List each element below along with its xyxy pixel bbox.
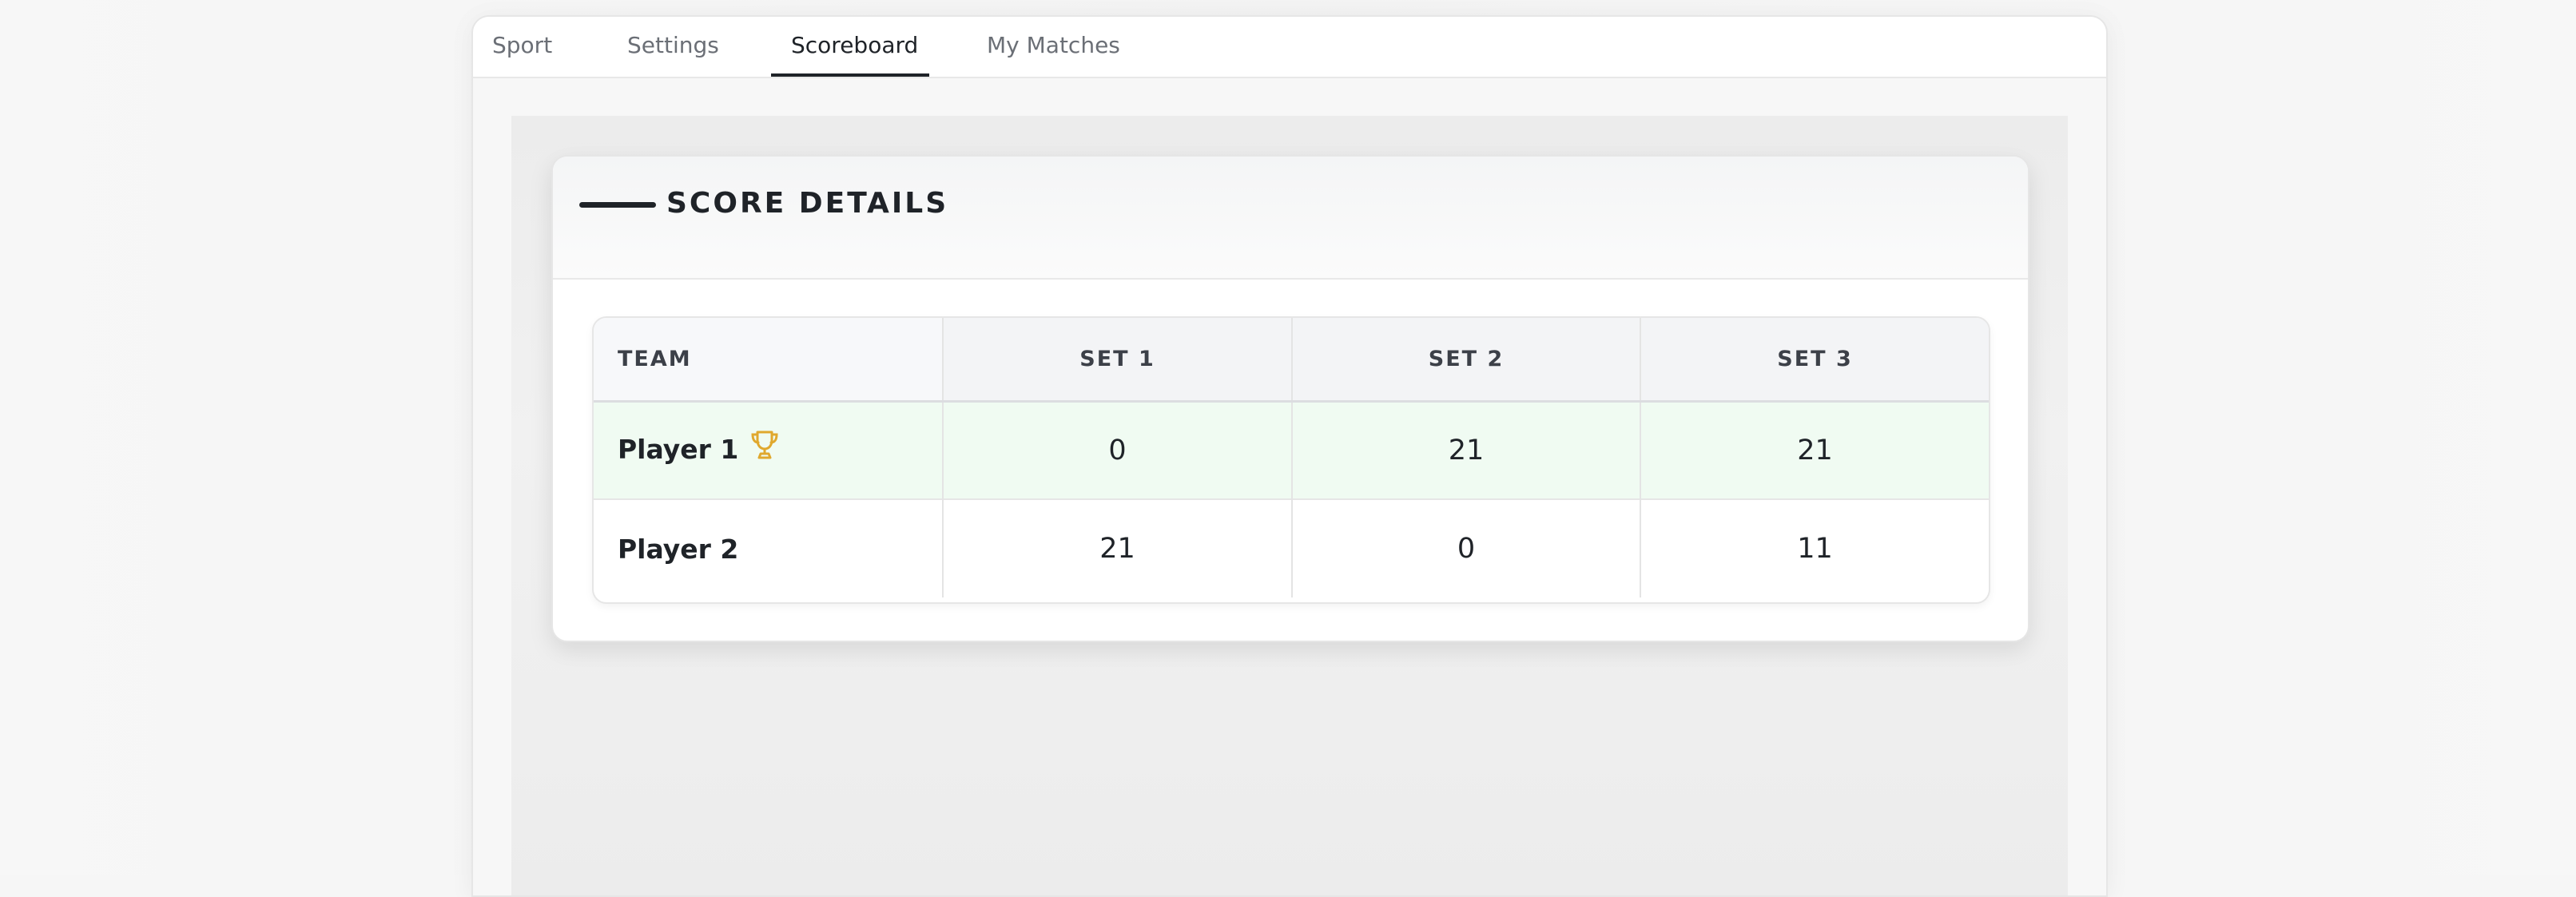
active-tab-indicator [771, 73, 929, 77]
score-table: TEAM SET 1 SET 2 SET 3 Player 1 0 21 21 … [594, 318, 1989, 597]
card-title: SCORE DETAILS [666, 187, 949, 220]
set-score: 0 [943, 401, 1293, 499]
table-row: Player 2 21 0 11 [594, 498, 1989, 597]
header-accent-line [579, 202, 656, 208]
score-details-card: SCORE DETAILS TEAM SET 1 SET 2 SET 3 Pla… [551, 155, 2029, 642]
tab-my-matches[interactable]: My Matches [987, 17, 1120, 77]
team-cell: Player 2 [594, 498, 944, 597]
column-header-set-3: SET 3 [1640, 318, 1989, 403]
table-header-row: TEAM SET 1 SET 2 SET 3 [594, 318, 1989, 403]
column-header-team: TEAM [594, 318, 944, 403]
trophy-icon [749, 429, 780, 467]
set-score: 21 [1640, 401, 1989, 499]
team-name: Player 2 [618, 533, 739, 565]
set-score: 11 [1640, 498, 1989, 597]
column-header-set-1: SET 1 [943, 318, 1293, 403]
tab-bar: Sport Settings Scoreboard My Matches [473, 17, 2106, 78]
tab-scoreboard[interactable]: Scoreboard [791, 17, 918, 77]
card-header: SCORE DETAILS [553, 157, 2028, 280]
tab-settings[interactable]: Settings [627, 17, 719, 77]
set-score: 21 [943, 498, 1293, 597]
app-window: Sport Settings Scoreboard My Matches SCO… [471, 15, 2108, 897]
team-cell: Player 1 [594, 401, 944, 499]
team-name: Player 1 [618, 433, 739, 465]
table-row: Player 1 0 21 21 [594, 401, 1989, 499]
set-score: 0 [1292, 498, 1641, 597]
column-header-set-2: SET 2 [1292, 318, 1641, 403]
score-table-container: TEAM SET 1 SET 2 SET 3 Player 1 0 21 21 … [592, 316, 1990, 604]
set-score: 21 [1292, 401, 1641, 499]
tab-sport[interactable]: Sport [492, 17, 552, 77]
